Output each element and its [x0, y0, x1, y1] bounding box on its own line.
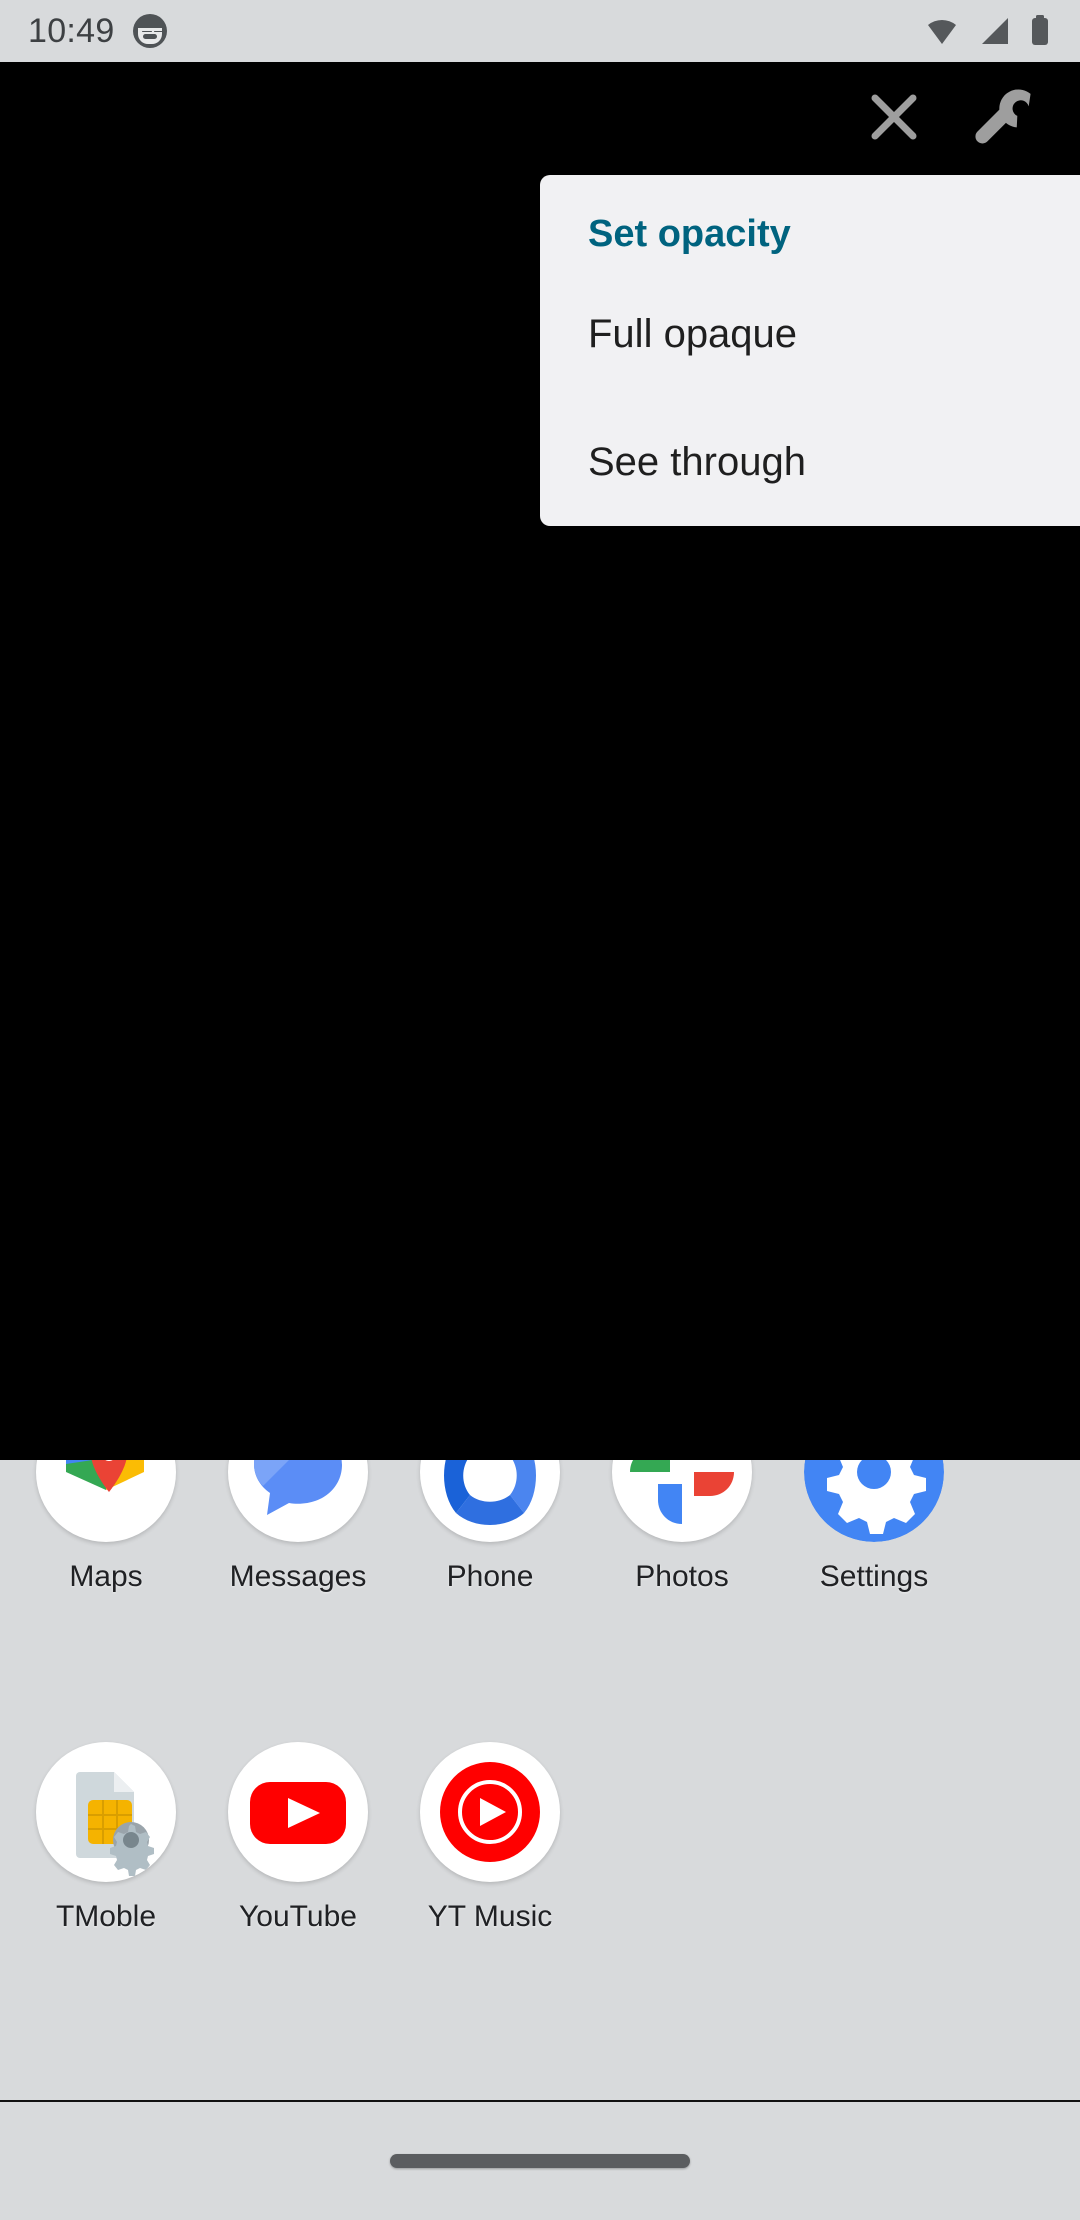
youtube-music-icon — [440, 1762, 540, 1862]
close-x-icon — [871, 94, 917, 140]
app-label-settings: Settings — [819, 1560, 929, 1593]
close-button[interactable] — [856, 79, 932, 155]
phone-screen: Maps Messages Phone Photos Settings TMob… — [0, 0, 1080, 2220]
menu-item-see-through[interactable]: See through — [540, 398, 1080, 526]
app-label-youtube: YouTube — [239, 1900, 357, 1933]
home-gesture-pill[interactable] — [390, 2154, 690, 2168]
cellular-signal-icon — [982, 18, 1008, 44]
status-clock: 10:49 — [28, 11, 115, 50]
wifi-icon — [928, 19, 956, 44]
app-label-phone: Phone — [446, 1560, 534, 1593]
app-icon-youtube[interactable]: YouTube — [202, 1742, 394, 1934]
status-bar-right — [922, 11, 1052, 51]
tmoble-icon-background — [36, 1742, 176, 1882]
app-label-messages: Messages — [229, 1560, 367, 1593]
app-row-2: TMoble YouTube YT Music — [0, 1742, 1080, 1934]
status-bar: 10:49 — [0, 0, 1080, 62]
app-label-photos: Photos — [635, 1560, 729, 1593]
status-bar-left: 10:49 — [28, 12, 167, 51]
app-label-yt-music: YT Music — [427, 1900, 553, 1933]
app-label-tmoble: TMoble — [55, 1900, 157, 1933]
youtube-icon — [250, 1782, 346, 1844]
wrench-icon — [975, 89, 1031, 144]
cat-face-notification-icon[interactable] — [132, 14, 167, 48]
menu-item-full-opaque[interactable]: Full opaque — [540, 270, 1080, 398]
app-label-maps: Maps — [69, 1560, 143, 1593]
battery-full-icon — [1032, 15, 1048, 45]
yt-music-icon-background — [420, 1742, 560, 1882]
app-icon-yt-music[interactable]: YT Music — [394, 1742, 586, 1934]
youtube-icon-background — [228, 1742, 368, 1882]
settings-wrench-button[interactable] — [968, 79, 1044, 155]
sim-card-settings-icon — [76, 1772, 154, 1876]
overlay-toolbar — [856, 62, 1080, 172]
opacity-popup-menu[interactable]: Set opacity Full opaque See through — [540, 175, 1080, 526]
navigation-bar — [0, 2100, 1080, 2220]
menu-header-set-opacity: Set opacity — [588, 213, 791, 255]
app-icon-tmoble[interactable]: TMoble — [10, 1742, 202, 1934]
